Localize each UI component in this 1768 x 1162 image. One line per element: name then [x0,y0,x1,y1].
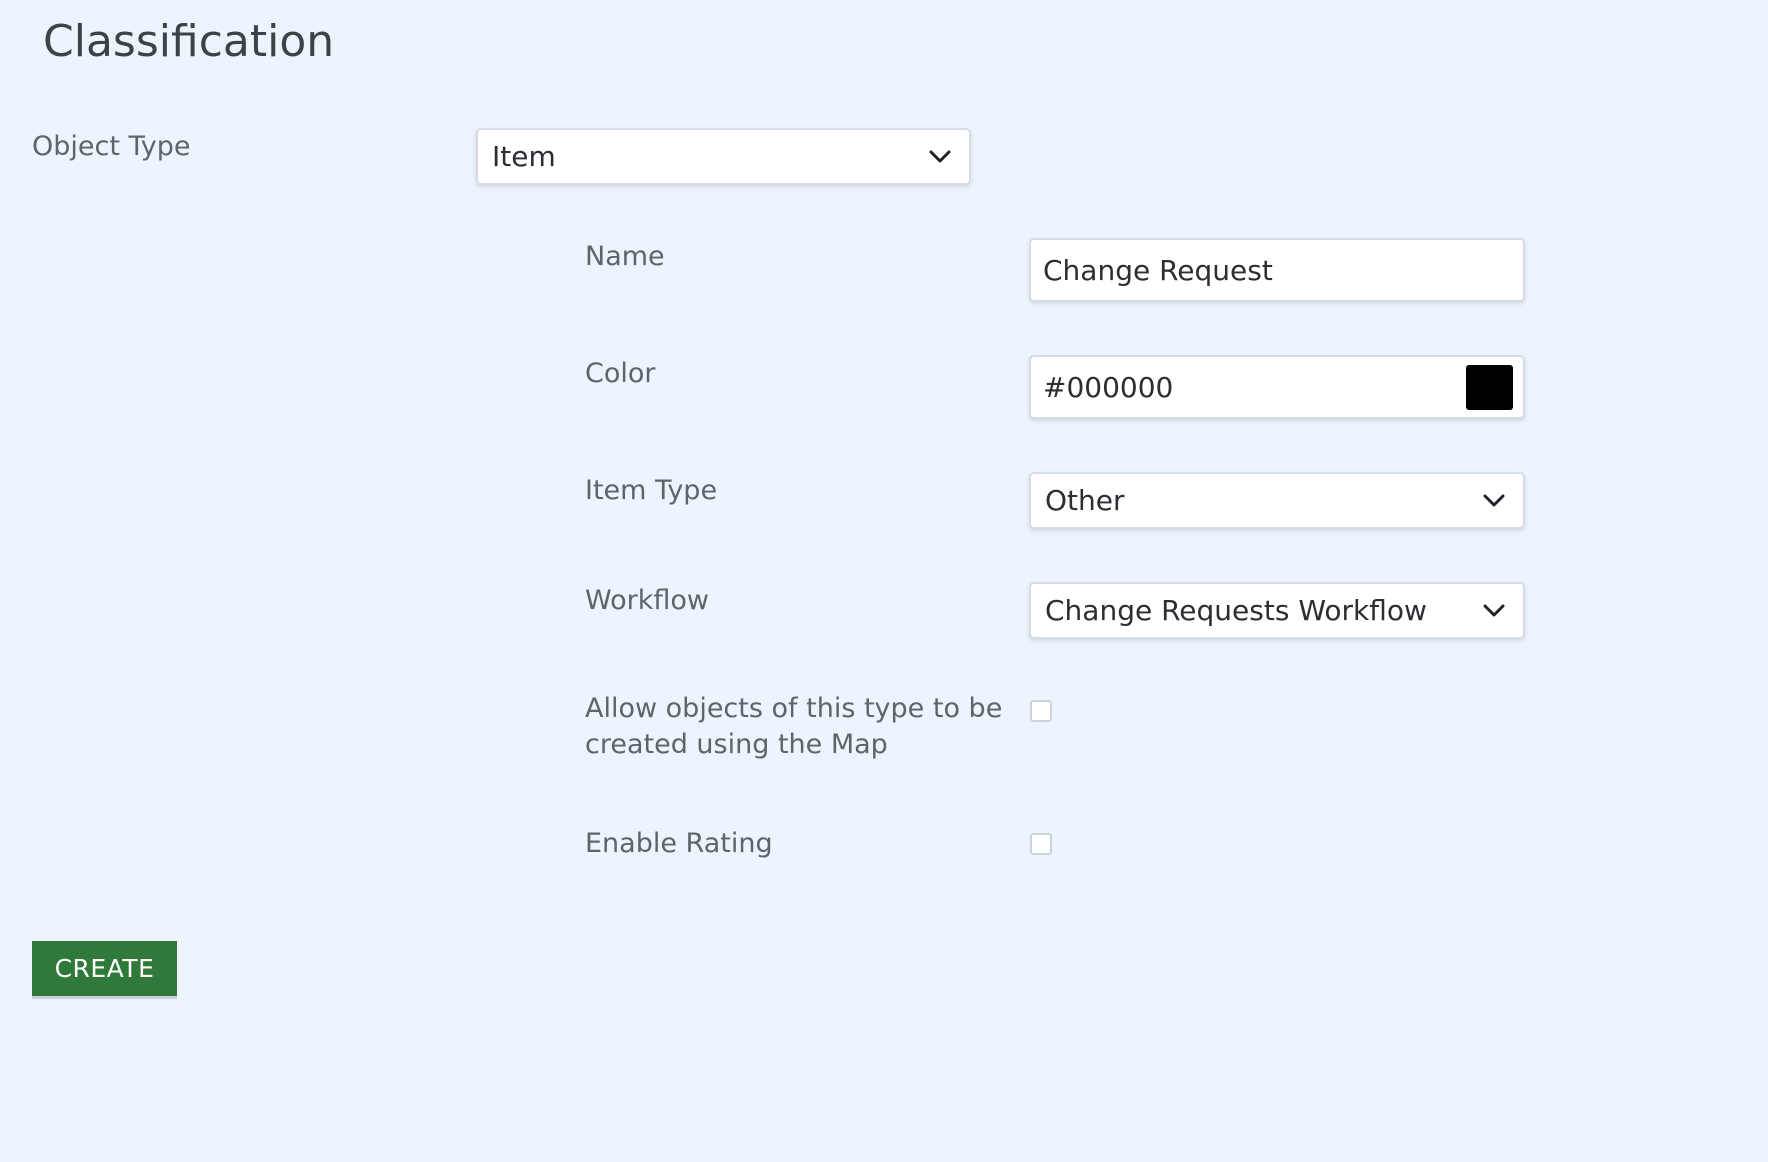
page-title: Classification [43,16,335,67]
item-type-select[interactable]: Other [1029,472,1525,529]
name-input-value: Change Request [1043,253,1273,287]
name-input[interactable]: Change Request [1029,238,1525,302]
enable-rating-checkbox[interactable] [1030,833,1052,855]
item-type-label: Item Type [585,475,718,506]
workflow-value: Change Requests Workflow [1045,594,1427,627]
allow-map-label-line1: Allow objects of this type to be [585,693,1003,724]
chevron-down-icon [927,144,953,170]
color-label: Color [585,358,656,389]
workflow-select[interactable]: Change Requests Workflow [1029,582,1525,639]
create-button[interactable]: CREATE [32,941,177,996]
object-type-select[interactable]: Item [476,128,971,185]
allow-map-checkbox[interactable] [1030,700,1052,722]
chevron-down-icon [1481,488,1507,514]
allow-map-label: Allow objects of this type to be created… [585,691,1002,763]
object-type-label: Object Type [32,131,191,162]
workflow-label: Workflow [585,585,709,616]
name-label: Name [585,241,665,272]
chevron-down-icon [1481,598,1507,624]
allow-map-label-line2: created using the Map [585,729,888,760]
color-input-value: #000000 [1043,370,1174,404]
item-type-value: Other [1045,484,1125,517]
object-type-value: Item [492,140,556,173]
enable-rating-label: Enable Rating [585,828,773,859]
color-input[interactable]: #000000 [1029,355,1525,419]
color-swatch[interactable] [1466,364,1513,410]
